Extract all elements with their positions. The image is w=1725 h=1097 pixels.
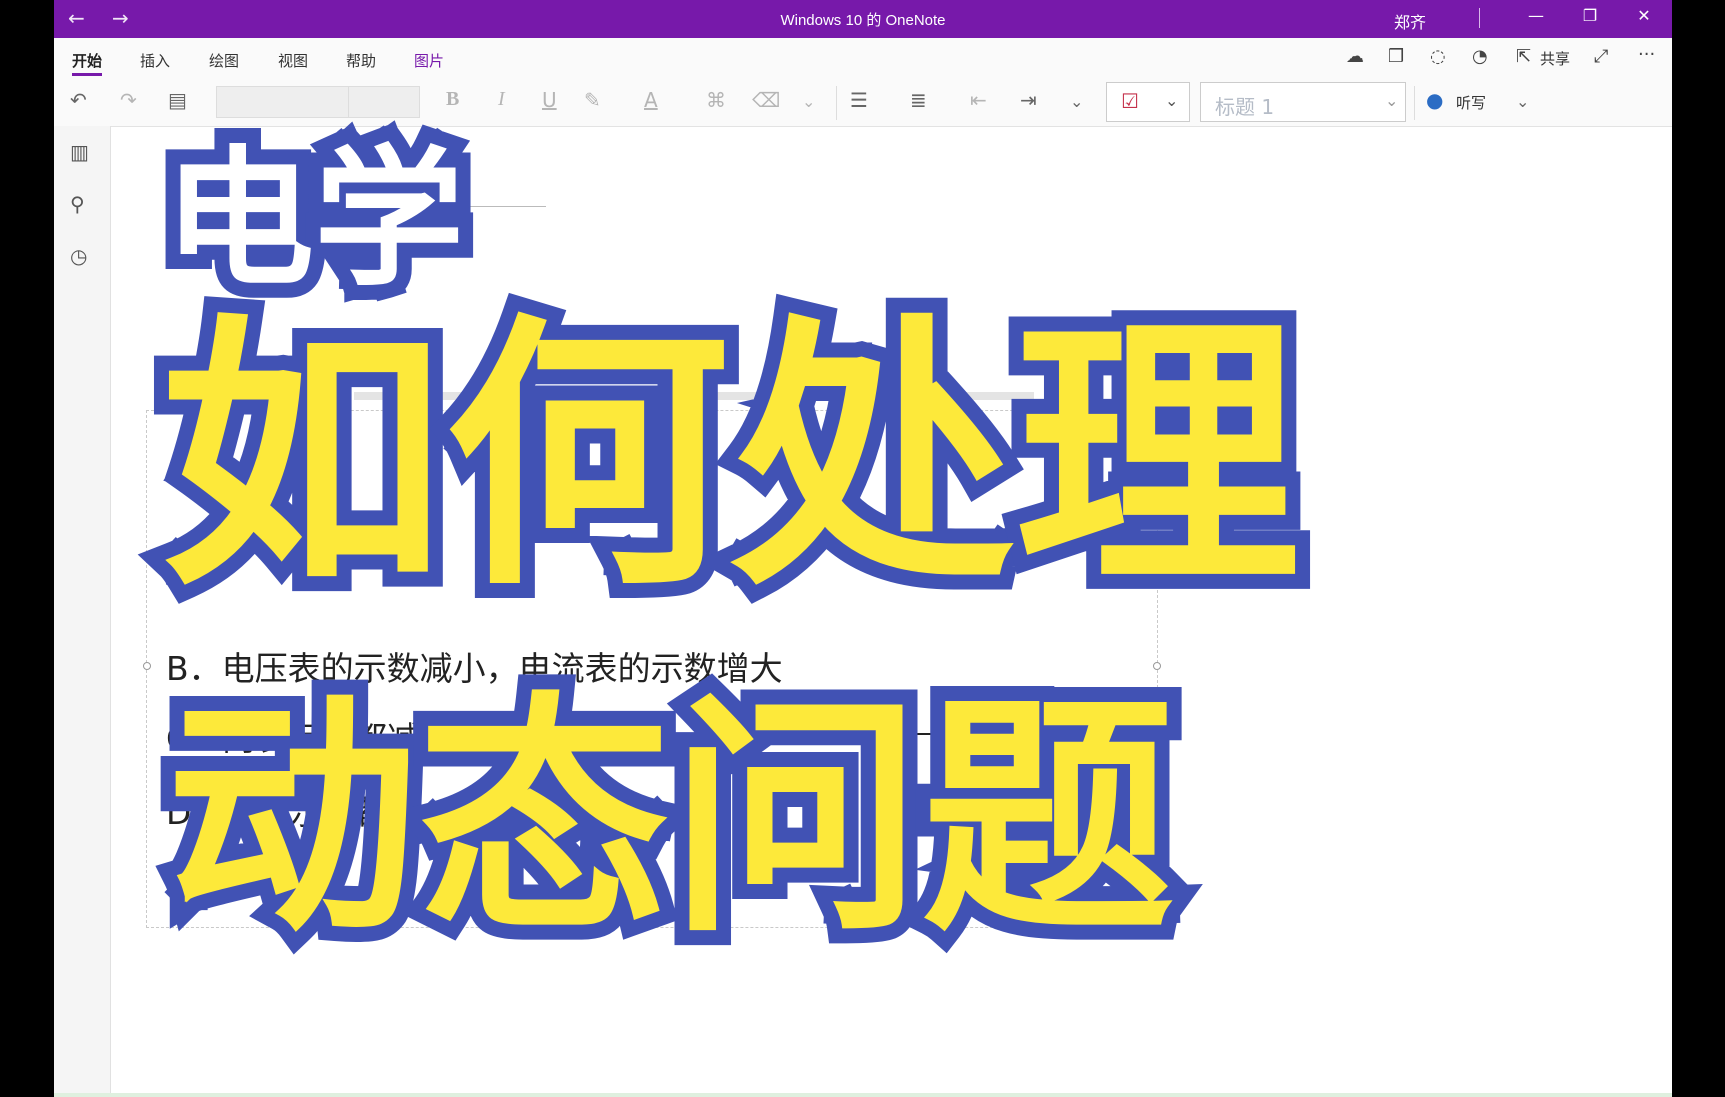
- selection-handle[interactable]: [1153, 662, 1161, 670]
- microphone-icon[interactable]: ●: [1426, 88, 1443, 112]
- numbered-list-icon[interactable]: ≣: [910, 88, 927, 112]
- ribbon-tabs: 开始 插入 绘图 视图 帮助 图片 ☁ ❒ ◌ ◔ ⇱ 共享 ⤢ ···: [54, 38, 1672, 78]
- more-options-icon[interactable]: ···: [1638, 44, 1655, 65]
- redo-icon[interactable]: ↷: [120, 88, 137, 112]
- chevron-down-icon: ⌄: [1385, 91, 1399, 110]
- onenote-window: ← → Windows 10 的 OneNote 郑齐 — ❐ ✕ 开始 插入 …: [54, 0, 1672, 1097]
- tab-insert[interactable]: 插入: [140, 50, 170, 71]
- share-icon[interactable]: ⇱: [1516, 46, 1531, 67]
- tab-home[interactable]: 开始: [72, 50, 102, 71]
- underline-button[interactable]: U: [542, 88, 557, 112]
- undo-icon[interactable]: ↶: [70, 88, 87, 112]
- user-name[interactable]: 郑齐: [1394, 9, 1426, 33]
- window-title: Windows 10 的 OneNote: [780, 12, 946, 29]
- lightbulb-icon[interactable]: ◌: [1430, 46, 1446, 67]
- title-separator: [1479, 8, 1480, 28]
- overlay-subject-text: 电学: [149, 118, 479, 322]
- clear-format-icon[interactable]: ⌫: [752, 88, 780, 112]
- chevron-down-icon[interactable]: ⌄: [802, 92, 815, 111]
- restore-icon[interactable]: ❐: [1576, 6, 1604, 25]
- format-painter-icon[interactable]: ⌘: [706, 88, 726, 112]
- outdent-icon[interactable]: ⇤: [970, 88, 987, 112]
- navigation-sidebar: ▥ ⚲ ◷: [54, 126, 111, 1097]
- indent-icon[interactable]: ⇥: [1020, 88, 1037, 112]
- toolbar-separator: [1414, 86, 1415, 120]
- notebooks-icon[interactable]: ▥: [70, 140, 89, 164]
- chevron-down-icon: ⌄: [1165, 91, 1179, 110]
- share-label[interactable]: 共享: [1540, 48, 1570, 69]
- overlay-headline-line1: 如何处理: [145, 292, 1315, 624]
- style-dropdown[interactable]: 标题 1 ⌄: [1200, 82, 1406, 122]
- bell-icon[interactable]: ◔: [1472, 46, 1488, 67]
- italic-button[interactable]: I: [498, 88, 505, 111]
- close-icon[interactable]: ✕: [1630, 6, 1658, 25]
- dictate-label[interactable]: 听写: [1456, 92, 1486, 113]
- todo-tag-dropdown[interactable]: ☑ ⌄: [1106, 82, 1190, 122]
- tab-view[interactable]: 视图: [278, 50, 308, 71]
- highlighter-icon[interactable]: ✎: [584, 88, 601, 112]
- status-strip: [54, 1093, 1672, 1097]
- overlay-headline-line2: 动态问题: [151, 673, 1189, 966]
- tab-draw[interactable]: 绘图: [209, 50, 239, 71]
- tab-picture[interactable]: 图片: [414, 50, 444, 71]
- selection-handle[interactable]: [143, 662, 151, 670]
- chevron-down-icon[interactable]: ⌄: [1516, 92, 1529, 111]
- bullet-list-icon[interactable]: ☰: [850, 88, 868, 112]
- font-color-button[interactable]: A: [644, 88, 658, 112]
- sync-cloud-icon[interactable]: ☁: [1346, 46, 1364, 67]
- toolbar-separator: [836, 86, 837, 120]
- notebook-icon[interactable]: ❒: [1388, 46, 1404, 67]
- expand-icon[interactable]: ⤢: [1594, 46, 1608, 67]
- active-tab-indicator: [72, 73, 102, 76]
- tab-help[interactable]: 帮助: [346, 50, 376, 71]
- recent-clock-icon[interactable]: ◷: [70, 244, 87, 268]
- minimize-icon[interactable]: —: [1522, 6, 1550, 25]
- checkbox-icon: ☑: [1121, 89, 1139, 113]
- style-value: 标题 1: [1215, 95, 1275, 119]
- chevron-down-icon[interactable]: ⌄: [1070, 92, 1083, 111]
- search-icon[interactable]: ⚲: [70, 192, 85, 216]
- title-bar: ← → Windows 10 的 OneNote 郑齐 — ❐ ✕: [54, 0, 1672, 38]
